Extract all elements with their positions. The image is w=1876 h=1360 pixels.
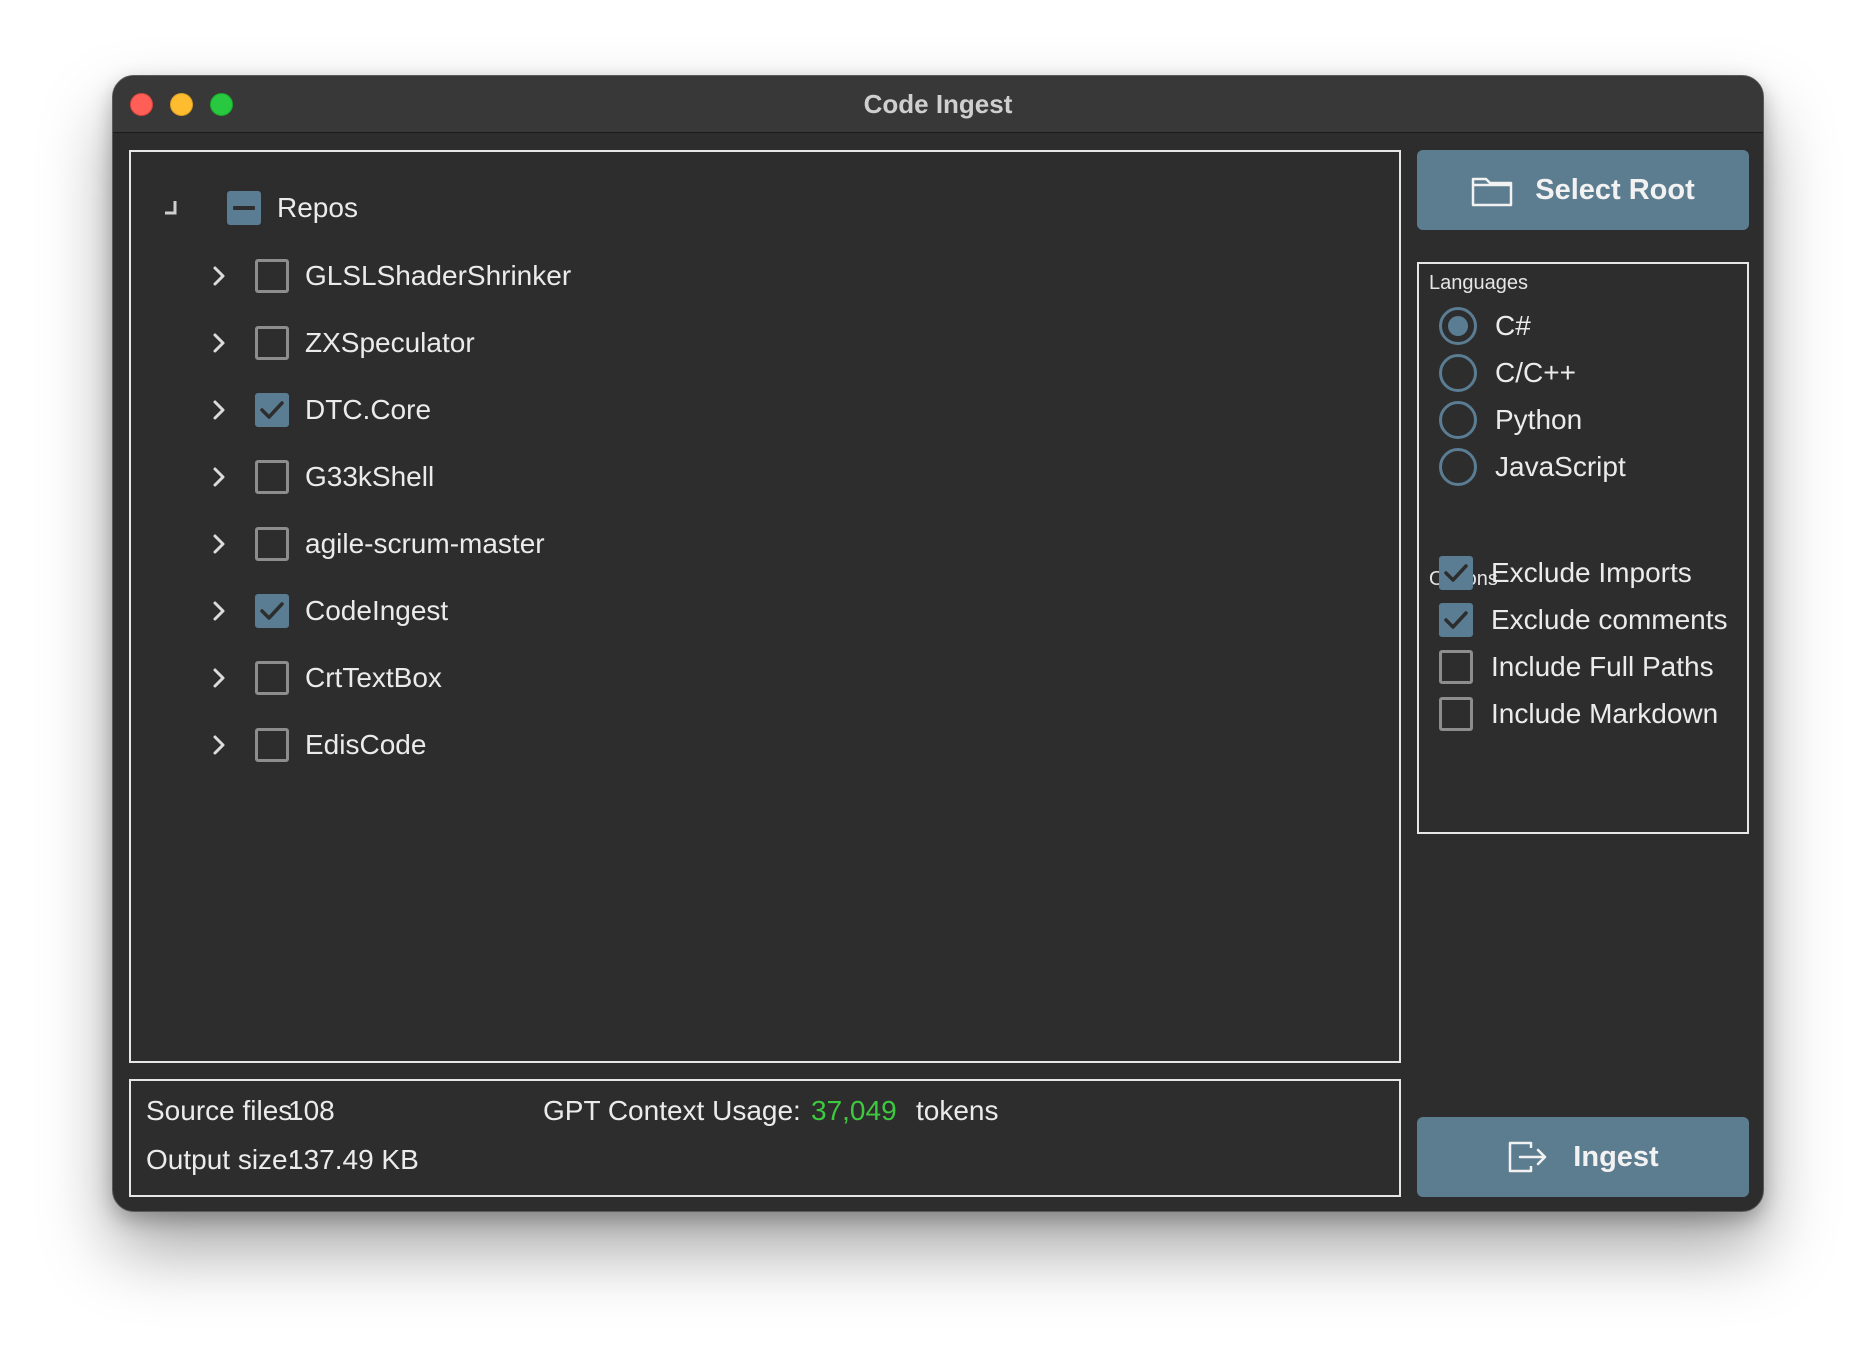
chevron-right-icon[interactable]: [199, 591, 239, 631]
language-radio[interactable]: [1439, 354, 1477, 392]
chevron-right-icon[interactable]: [199, 390, 239, 430]
option-checkbox[interactable]: [1439, 556, 1473, 590]
title-bar: Code Ingest: [113, 76, 1763, 133]
tree-root-row[interactable]: Repos: [151, 183, 358, 233]
tree-root-checkbox[interactable]: [227, 191, 261, 225]
language-label: Python: [1495, 404, 1583, 435]
stats-panel: Source files: 108 Output size: 137.49 KB…: [129, 1079, 1401, 1197]
tree-item[interactable]: CodeIngest: [199, 586, 448, 636]
window-title: Code Ingest: [863, 89, 1013, 119]
app-window: Code Ingest Repos GLSLShaderShrinker ZXSp…: [112, 75, 1764, 1212]
context-usage-unit: tokens: [916, 1095, 999, 1126]
tree-item[interactable]: ZXSpeculator: [199, 318, 475, 368]
tree-item-checkbox[interactable]: [255, 460, 289, 494]
option-label: Exclude Imports: [1491, 557, 1692, 588]
option-item[interactable]: Include Markdown: [1439, 692, 1718, 736]
check-icon: [259, 399, 285, 421]
language-option[interactable]: C/C++: [1439, 351, 1576, 395]
tree-item-label: G33kShell: [305, 461, 435, 492]
check-icon: [1443, 562, 1469, 584]
collapse-corner-icon[interactable]: [151, 188, 191, 228]
radio-dot-icon: [1448, 316, 1468, 336]
select-root-label: Select Root: [1535, 173, 1695, 206]
minus-icon: [233, 206, 255, 210]
option-item[interactable]: Exclude comments: [1439, 598, 1728, 642]
output-size-value: 137.49 KB: [288, 1144, 419, 1175]
tree-item-label: ZXSpeculator: [305, 327, 475, 358]
tree-item[interactable]: G33kShell: [199, 452, 434, 502]
option-label: Include Full Paths: [1491, 651, 1714, 682]
tree-item-checkbox[interactable]: [255, 594, 289, 628]
check-icon: [259, 600, 285, 622]
option-item[interactable]: Include Full Paths: [1439, 645, 1714, 689]
source-files-label: Source files:: [146, 1095, 301, 1126]
select-root-button[interactable]: Select Root: [1417, 150, 1749, 230]
check-icon: [1443, 609, 1469, 631]
context-usage-value: 37,049: [811, 1095, 897, 1126]
output-size-label: Output size:: [146, 1144, 296, 1175]
export-icon: [1507, 1140, 1551, 1174]
ingest-label: Ingest: [1573, 1140, 1659, 1173]
language-label: C/C++: [1495, 357, 1576, 388]
ingest-button[interactable]: Ingest: [1417, 1117, 1749, 1197]
option-checkbox[interactable]: [1439, 697, 1473, 731]
tree-item-checkbox[interactable]: [255, 393, 289, 427]
tree-item-label: agile-scrum-master: [305, 528, 545, 559]
language-radio[interactable]: [1439, 401, 1477, 439]
language-label: JavaScript: [1495, 451, 1626, 482]
chevron-right-icon[interactable]: [199, 524, 239, 564]
option-label: Include Markdown: [1491, 698, 1719, 729]
context-usage-label: GPT Context Usage:: [543, 1095, 801, 1126]
tree-item-label: EdisCode: [305, 729, 427, 760]
chevron-right-icon[interactable]: [199, 725, 239, 765]
languages-group-label: Languages: [1429, 272, 1528, 294]
tree-item-checkbox[interactable]: [255, 326, 289, 360]
chevron-right-icon[interactable]: [199, 323, 239, 363]
tree-item[interactable]: DTC.Core: [199, 385, 431, 435]
tree-item[interactable]: CrtTextBox: [199, 653, 442, 703]
language-radio[interactable]: [1439, 448, 1477, 486]
language-label: C#: [1495, 310, 1531, 341]
tree-item-checkbox[interactable]: [255, 527, 289, 561]
tree-item-label: DTC.Core: [305, 394, 432, 425]
tree-item-checkbox[interactable]: [255, 259, 289, 293]
settings-panel: Languages C#C/C++PythonJavaScript Option…: [1417, 262, 1749, 834]
tree-item-checkbox[interactable]: [255, 728, 289, 762]
tree-item-label: CrtTextBox: [305, 662, 442, 693]
language-option[interactable]: JavaScript: [1439, 445, 1626, 489]
tree-item-label: CodeIngest: [305, 595, 449, 626]
language-radio[interactable]: [1439, 307, 1477, 345]
option-checkbox[interactable]: [1439, 650, 1473, 684]
repo-tree-panel: Repos GLSLShaderShrinker ZXSpeculator DTC.…: [129, 150, 1401, 1063]
tree-item[interactable]: GLSLShaderShrinker: [199, 251, 571, 301]
tree-item[interactable]: EdisCode: [199, 720, 426, 770]
folder-icon: [1471, 173, 1513, 207]
option-item[interactable]: Exclude Imports: [1439, 551, 1692, 595]
tree-item[interactable]: agile-scrum-master: [199, 519, 545, 569]
option-label: Exclude comments: [1491, 604, 1728, 635]
language-option[interactable]: Python: [1439, 398, 1582, 442]
tree-root-label: Repos: [277, 192, 358, 223]
tree-item-checkbox[interactable]: [255, 661, 289, 695]
language-option[interactable]: C#: [1439, 304, 1531, 348]
source-files-value: 108: [288, 1095, 335, 1126]
chevron-right-icon[interactable]: [199, 658, 239, 698]
option-checkbox[interactable]: [1439, 603, 1473, 637]
chevron-right-icon[interactable]: [199, 457, 239, 497]
chevron-right-icon[interactable]: [199, 256, 239, 296]
tree-item-label: GLSLShaderShrinker: [305, 260, 572, 291]
